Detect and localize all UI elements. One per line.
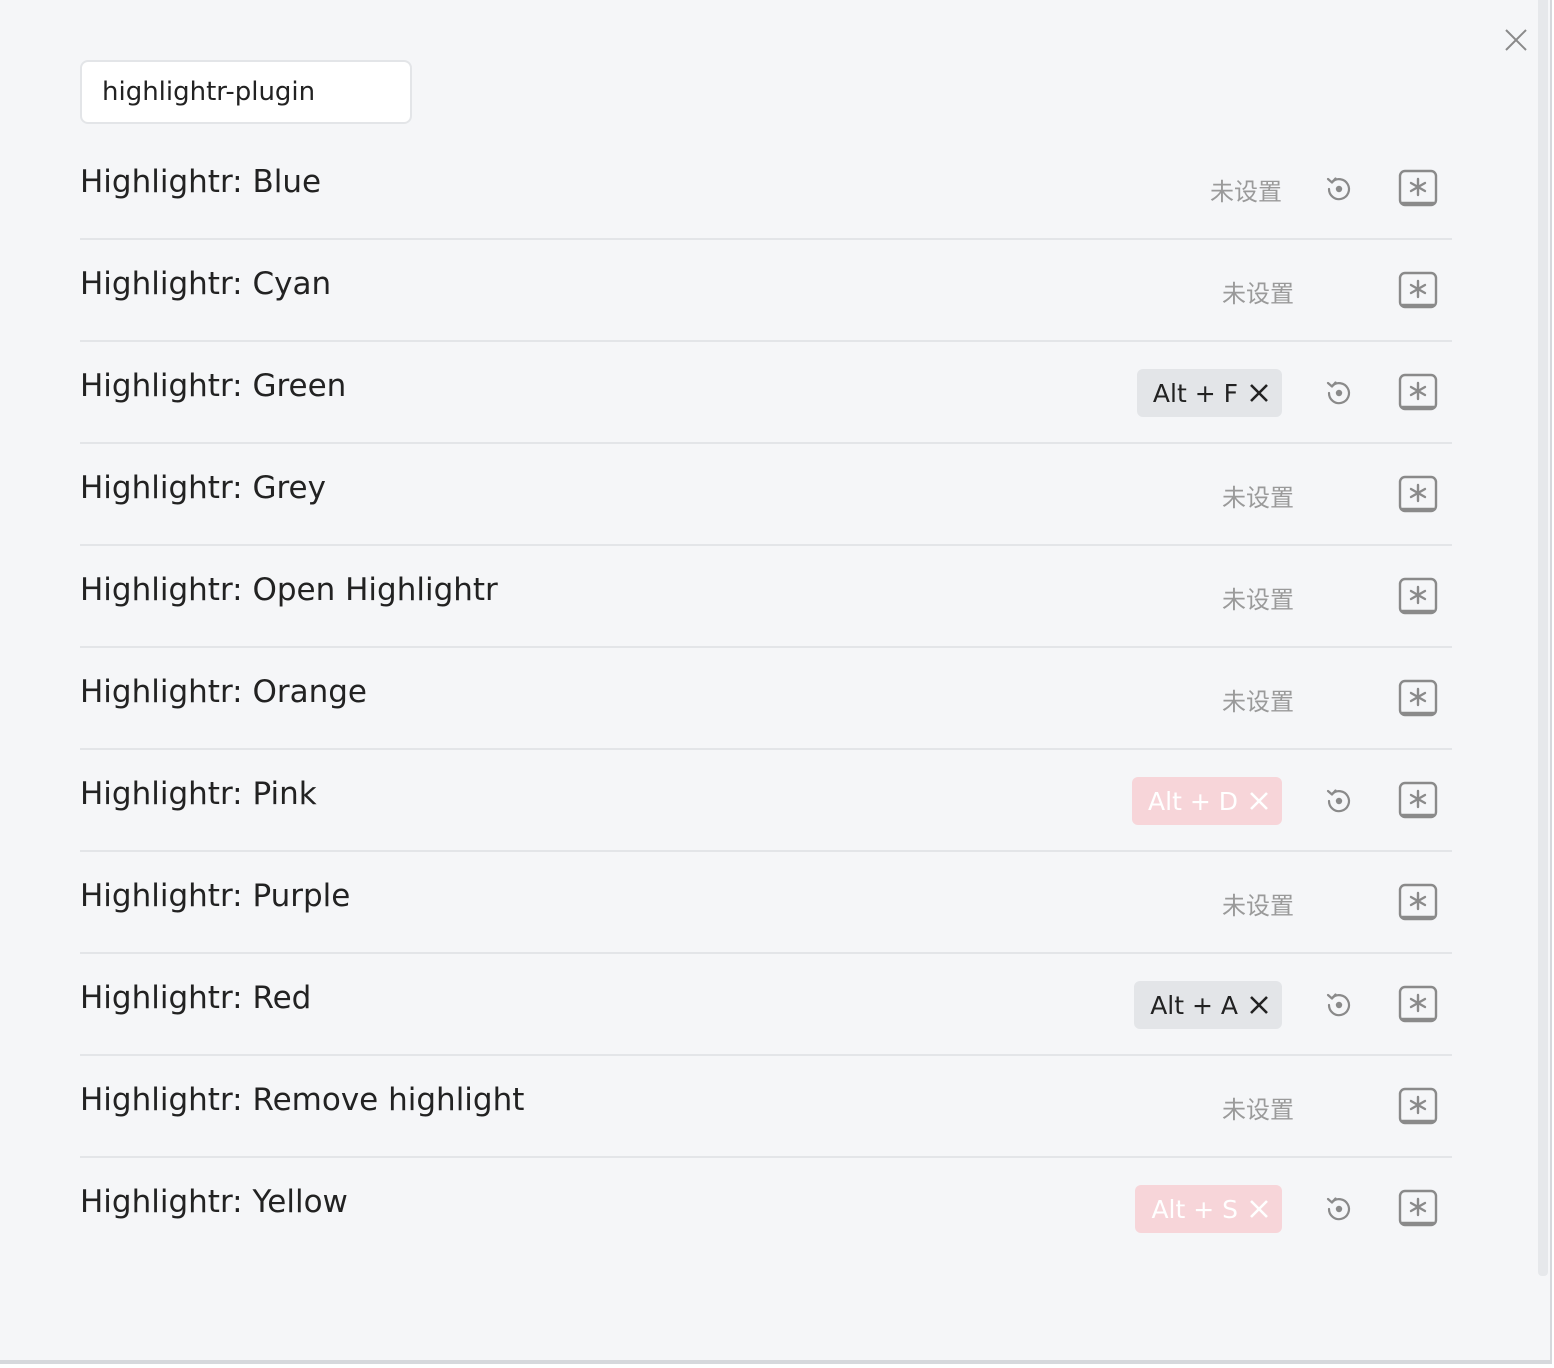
- hotkey-label: Alt + S: [1151, 1194, 1238, 1224]
- hotkey-chip: Alt + F: [1136, 369, 1282, 417]
- unset-label: 未设置: [1222, 1095, 1294, 1124]
- hotkey-row: Highlightr: Remove highlight 未设置: [80, 1056, 1452, 1158]
- restore-default-icon[interactable]: [1322, 376, 1356, 410]
- command-name: Highlightr: Orange: [80, 674, 367, 710]
- hotkey-label: Alt + F: [1152, 378, 1238, 408]
- add-hotkey-icon[interactable]: [1398, 577, 1438, 617]
- hotkey-row: Highlightr: Open Highlightr 未设置: [80, 546, 1452, 648]
- hotkey-row: Highlightr: Purple 未设置: [80, 852, 1452, 954]
- add-hotkey-icon[interactable]: [1398, 781, 1438, 821]
- add-hotkey-icon[interactable]: [1398, 1189, 1438, 1229]
- remove-hotkey-icon[interactable]: [1248, 790, 1270, 812]
- restore-default-icon[interactable]: [1322, 1192, 1356, 1226]
- command-name: Highlightr: Open Highlightr: [80, 572, 498, 608]
- restore-default-icon[interactable]: [1322, 988, 1356, 1022]
- hotkey-row: Highlightr: Grey 未设置: [80, 444, 1452, 546]
- hotkey-row: Highlightr: Yellow Alt + S: [80, 1158, 1452, 1258]
- hotkey-label: Alt + D: [1148, 786, 1238, 816]
- hotkey-row: Highlightr: Pink Alt + D: [80, 750, 1452, 852]
- hotkey-list: Highlightr: Blue 未设置 Highlightr: Cyan 未设置 Hi…: [80, 138, 1452, 1258]
- hotkey-row: Highlightr: Green Alt + F: [80, 342, 1452, 444]
- command-name: Highlightr: Grey: [80, 470, 326, 506]
- command-name: Highlightr: Blue: [80, 164, 322, 200]
- add-hotkey-icon[interactable]: [1398, 373, 1438, 413]
- hotkey-label: Alt + A: [1150, 990, 1238, 1020]
- restore-default-icon[interactable]: [1322, 784, 1356, 818]
- hotkey-controls: Alt + F: [1136, 368, 1438, 418]
- unset-label: 未设置: [1222, 279, 1294, 308]
- command-name: Highlightr: Green: [80, 368, 347, 404]
- add-hotkey-icon[interactable]: [1398, 475, 1438, 515]
- hotkey-controls: Alt + A: [1134, 980, 1438, 1030]
- hotkey-controls: 未设置: [1222, 572, 1438, 622]
- command-name: Highlightr: Yellow: [80, 1184, 348, 1220]
- hotkey-chip: Alt + A: [1134, 981, 1282, 1029]
- restore-default-icon[interactable]: [1322, 172, 1356, 206]
- scrollbar[interactable]: [1538, 0, 1548, 1276]
- command-name: Highlightr: Cyan: [80, 266, 332, 302]
- add-hotkey-icon[interactable]: [1398, 985, 1438, 1025]
- command-name: Highlightr: Purple: [80, 878, 351, 914]
- hotkey-row: Highlightr: Cyan 未设置: [80, 240, 1452, 342]
- hotkey-controls: 未设置: [1210, 164, 1438, 214]
- hotkey-row: Highlightr: Blue 未设置: [80, 138, 1452, 240]
- unset-label: 未设置: [1222, 891, 1294, 920]
- remove-hotkey-icon[interactable]: [1248, 382, 1270, 404]
- search-input[interactable]: [80, 60, 412, 124]
- hotkey-controls: Alt + D: [1132, 776, 1438, 826]
- command-name: Highlightr: Red: [80, 980, 312, 1016]
- add-hotkey-icon[interactable]: [1398, 1087, 1438, 1127]
- hotkey-chip-conflict: Alt + D: [1132, 777, 1282, 825]
- unset-label: 未设置: [1210, 177, 1282, 206]
- close-icon[interactable]: [1500, 24, 1532, 56]
- hotkey-controls: 未设置: [1222, 878, 1438, 928]
- command-name: Highlightr: Remove highlight: [80, 1082, 525, 1118]
- add-hotkey-icon[interactable]: [1398, 679, 1438, 719]
- remove-hotkey-icon[interactable]: [1248, 1198, 1270, 1220]
- hotkey-row: Highlightr: Red Alt + A: [80, 954, 1452, 1056]
- unset-label: 未设置: [1222, 687, 1294, 716]
- unset-label: 未设置: [1222, 585, 1294, 614]
- hotkey-chip-conflict: Alt + S: [1135, 1185, 1282, 1233]
- hotkey-controls: Alt + S: [1135, 1184, 1438, 1234]
- hotkey-row: Highlightr: Orange 未设置: [80, 648, 1452, 750]
- hotkey-controls: 未设置: [1222, 1082, 1438, 1132]
- add-hotkey-icon[interactable]: [1398, 169, 1438, 209]
- command-name: Highlightr: Pink: [80, 776, 317, 812]
- unset-label: 未设置: [1222, 483, 1294, 512]
- hotkey-controls: 未设置: [1222, 674, 1438, 724]
- hotkey-controls: 未设置: [1222, 266, 1438, 316]
- add-hotkey-icon[interactable]: [1398, 271, 1438, 311]
- hotkeys-modal: Highlightr: Blue未设置Highlightr: Cyan未设置Hi…: [0, 0, 1552, 1364]
- hotkey-controls: 未设置: [1222, 470, 1438, 520]
- add-hotkey-icon[interactable]: [1398, 883, 1438, 923]
- remove-hotkey-icon[interactable]: [1248, 994, 1270, 1016]
